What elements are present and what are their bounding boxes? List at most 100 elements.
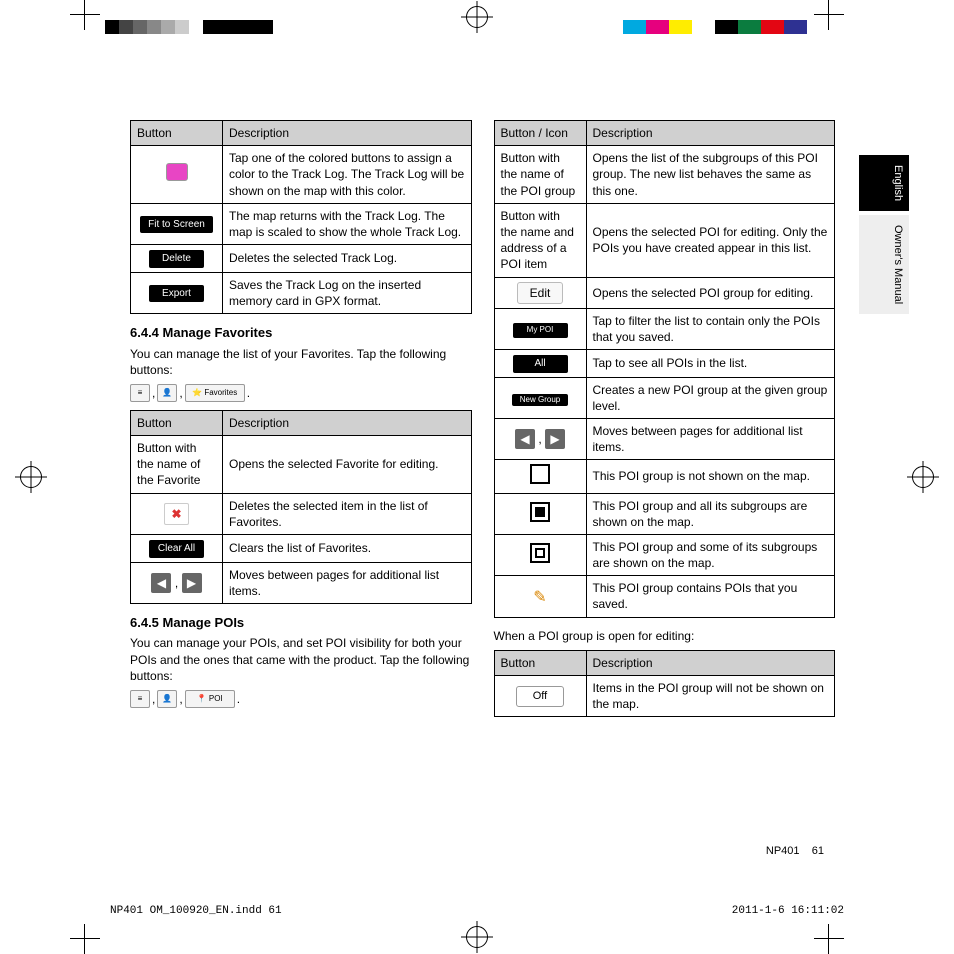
print-file: NP401 OM_100920_EN.indd 61 — [110, 904, 282, 919]
print-footer: NP401 OM_100920_EN.indd 61 2011-1-6 16:1… — [110, 904, 844, 919]
print-timestamp: 2011-1-6 16:11:02 — [732, 904, 844, 919]
crop-mark — [70, 0, 100, 30]
cell-btn-text: Button with the name of the Favorite — [131, 436, 223, 494]
table-row: This POI group and some of its subgroups… — [494, 534, 835, 575]
cell-desc: Opens the selected POI for editing. Only… — [586, 203, 835, 277]
fit-to-screen-button: Fit to Screen — [140, 216, 213, 234]
color-swatch-icon — [166, 163, 188, 181]
th-description: Description — [223, 410, 472, 435]
cell-desc: This POI group is not shown on the map. — [586, 460, 835, 493]
table-row: This POI group and all its subgroups are… — [494, 493, 835, 534]
arrow-right-icon: ▶ — [545, 429, 565, 449]
clear-all-button: Clear All — [149, 540, 204, 558]
side-tabs: English Owner's Manual — [859, 155, 909, 314]
table-row: This POI group contains POIs that you sa… — [494, 576, 835, 617]
arrow-left-icon: ◀ — [515, 429, 535, 449]
table-poi-buttons: Button / Icon Description Button with th… — [494, 120, 836, 618]
new-group-button: New Group — [512, 394, 568, 406]
arrow-right-icon: ▶ — [182, 573, 202, 593]
square-filled-icon — [530, 502, 550, 522]
heading-645: 6.4.5 Manage POIs — [130, 614, 472, 632]
cell-desc: Tap one of the colored buttons to assign… — [223, 146, 472, 204]
right-column: Button / Icon Description Button with th… — [494, 120, 836, 727]
table-row: Button with the name and address of a PO… — [494, 203, 835, 277]
pencil-icon — [531, 587, 549, 605]
manage-icon: 👤 — [157, 384, 177, 402]
th-button-icon: Button / Icon — [494, 121, 586, 146]
th-button: Button — [494, 650, 586, 675]
button-path-644: ≡, 👤, ⭐ Favorites. — [130, 384, 472, 402]
table-row: Edit Opens the selected POI group for ed… — [494, 277, 835, 308]
all-button: All — [513, 355, 568, 373]
my-poi-button: My POI — [513, 323, 568, 338]
crop-mark — [70, 924, 100, 954]
edit-button: Edit — [517, 282, 564, 304]
registration-mark — [466, 6, 488, 28]
para-644: You can manage the list of your Favorite… — [130, 346, 472, 378]
table-row: ✖ Deletes the selected item in the list … — [131, 493, 472, 534]
cell-desc: Opens the list of the subgroups of this … — [586, 146, 835, 204]
registration-mark — [20, 466, 42, 488]
export-button: Export — [149, 285, 204, 303]
page-content: Button Description Tap one of the colore… — [130, 120, 835, 727]
registration-mark — [912, 466, 934, 488]
table-row: Fit to Screen The map returns with the T… — [131, 203, 472, 244]
cell-btn-text: Button with the name and address of a PO… — [494, 203, 586, 277]
registration-mark — [466, 926, 488, 948]
table-tracklog-buttons: Button Description Tap one of the colore… — [130, 120, 472, 314]
delete-x-icon: ✖ — [164, 503, 188, 525]
table-row: Tap one of the colored buttons to assign… — [131, 146, 472, 204]
cell-desc: Saves the Track Log on the inserted memo… — [223, 272, 472, 313]
table-row: New Group Creates a new POI group at the… — [494, 377, 835, 418]
table-row: ◀ , ▶ Moves between pages for additional… — [131, 562, 472, 603]
th-description: Description — [223, 121, 472, 146]
table-row: This POI group is not shown on the map. — [494, 460, 835, 493]
cell-desc: Tap to see all POIs in the list. — [586, 350, 835, 378]
th-description: Description — [586, 121, 835, 146]
button-path-645: ≡, 👤, 📍 POI. — [130, 690, 472, 708]
menu-icon: ≡ — [130, 690, 150, 708]
cell-desc: Moves between pages for additional list … — [586, 418, 835, 459]
th-button: Button — [131, 121, 223, 146]
cell-desc: Creates a new POI group at the given gro… — [586, 377, 835, 418]
table-row: Delete Deletes the selected Track Log. — [131, 245, 472, 273]
left-column: Button Description Tap one of the colore… — [130, 120, 472, 727]
cell-desc: This POI group and some of its subgroups… — [586, 534, 835, 575]
cell-desc: Moves between pages for additional list … — [223, 562, 472, 603]
table-row: Export Saves the Track Log on the insert… — [131, 272, 472, 313]
tab-english: English — [859, 155, 909, 211]
manage-icon: 👤 — [157, 690, 177, 708]
cell-desc: Clears the list of Favorites. — [223, 535, 472, 563]
table-favorites-buttons: Button Description Button with the name … — [130, 410, 472, 604]
table-row: Button with the name of the Favorite Ope… — [131, 436, 472, 494]
table-row: My POI Tap to filter the list to contain… — [494, 308, 835, 349]
crop-mark — [814, 0, 844, 30]
favorites-icon: ⭐ Favorites — [185, 384, 245, 402]
menu-icon: ≡ — [130, 384, 150, 402]
heading-644: 6.4.4 Manage Favorites — [130, 324, 472, 342]
th-button: Button — [131, 410, 223, 435]
crop-mark — [814, 924, 844, 954]
para-poi-editing: When a POI group is open for editing: — [494, 628, 836, 644]
cell-btn-text: Button with the name of the POI group — [494, 146, 586, 204]
table-row: Clear All Clears the list of Favorites. — [131, 535, 472, 563]
delete-button: Delete — [149, 250, 204, 268]
arrow-left-icon: ◀ — [151, 573, 171, 593]
cell-desc: Opens the selected Favorite for editing. — [223, 436, 472, 494]
table-poi-editing: Button Description Off Items in the POI … — [494, 650, 836, 718]
cell-desc: Deletes the selected Track Log. — [223, 245, 472, 273]
page-number: 61 — [812, 845, 824, 857]
cell-desc: Tap to filter the list to contain only t… — [586, 308, 835, 349]
square-empty-icon — [530, 464, 550, 484]
cell-desc: This POI group and all its subgroups are… — [586, 493, 835, 534]
table-row: All Tap to see all POIs in the list. — [494, 350, 835, 378]
model-number: NP401 — [766, 845, 800, 857]
off-button: Off — [516, 686, 564, 707]
cell-desc: Items in the POI group will not be shown… — [586, 676, 835, 717]
cell-desc: Deletes the selected item in the list of… — [223, 493, 472, 534]
poi-icon: 📍 POI — [185, 690, 235, 708]
page-footer: NP401 61 — [766, 844, 824, 859]
th-description: Description — [586, 650, 835, 675]
cell-desc: This POI group contains POIs that you sa… — [586, 576, 835, 617]
square-partial-icon — [530, 543, 550, 563]
